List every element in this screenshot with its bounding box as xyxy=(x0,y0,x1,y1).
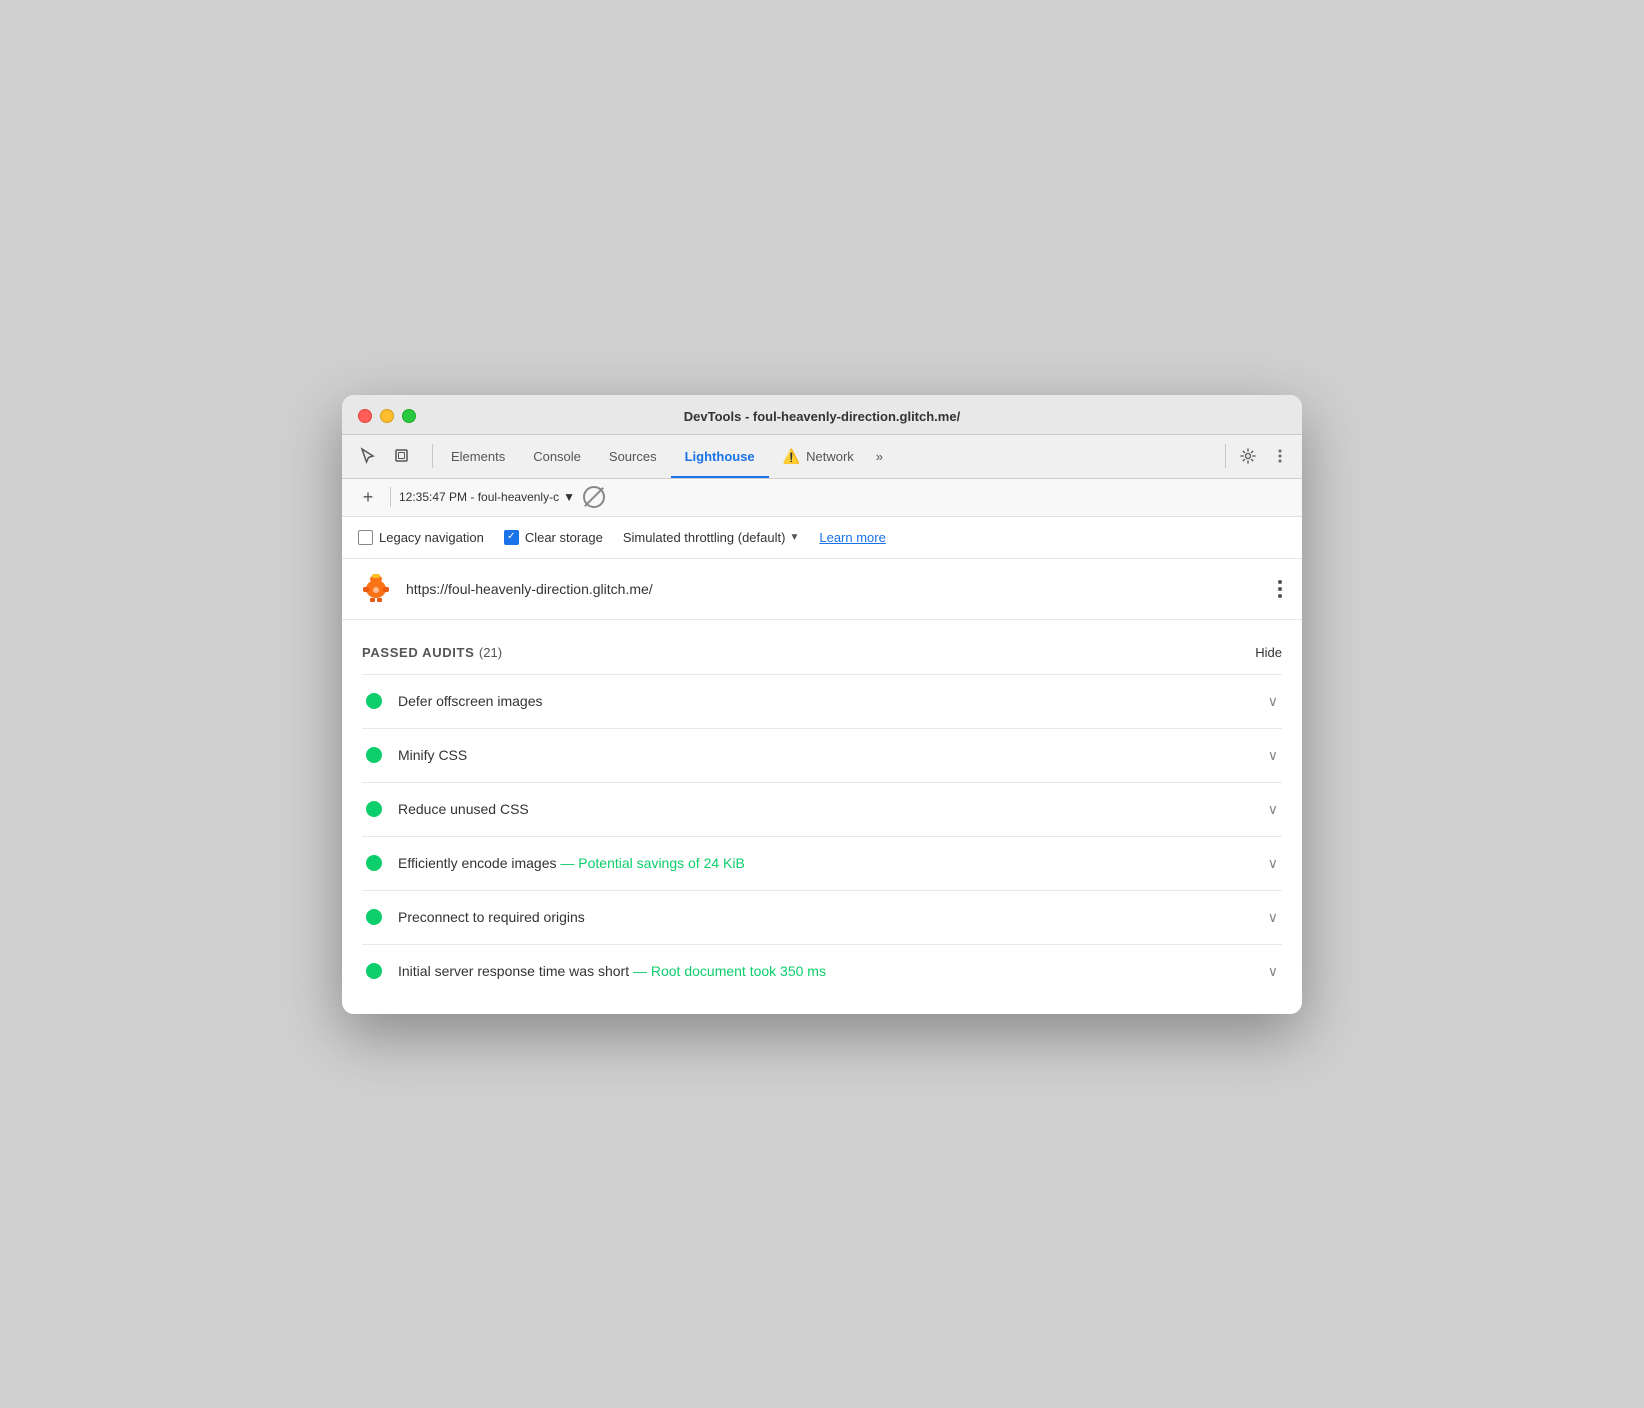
tab-divider-1 xyxy=(432,444,433,468)
audit-item[interactable]: Preconnect to required origins ∨ xyxy=(362,891,1282,945)
passed-audits-count: (21) xyxy=(479,645,502,660)
more-vert-icon[interactable] xyxy=(1266,442,1294,470)
audit-label: Preconnect to required origins xyxy=(398,909,1252,925)
toolbar-divider xyxy=(390,487,391,507)
audit-item[interactable]: Defer offscreen images ∨ xyxy=(362,675,1282,729)
audit-item[interactable]: Minify CSS ∨ xyxy=(362,729,1282,783)
pass-indicator-icon xyxy=(366,855,382,871)
legacy-navigation-option[interactable]: Legacy navigation xyxy=(358,530,484,545)
main-content: PASSED AUDITS (21) Hide Defer offscreen … xyxy=(342,620,1302,1014)
audit-savings: — Root document took 350 ms xyxy=(633,963,826,979)
tab-elements[interactable]: Elements xyxy=(437,434,519,478)
warning-icon: ⚠️ xyxy=(783,448,800,465)
devtools-window: DevTools - foul-heavenly-direction.glitc… xyxy=(342,395,1302,1014)
tab-network-with-warning: ⚠️ Network xyxy=(783,448,854,465)
maximize-button[interactable] xyxy=(402,409,416,423)
audit-label: Reduce unused CSS xyxy=(398,801,1252,817)
chevron-down-icon: ∨ xyxy=(1268,693,1278,710)
layers-icon[interactable] xyxy=(388,442,416,470)
tab-console[interactable]: Console xyxy=(519,434,595,478)
add-session-button[interactable]: + xyxy=(354,483,382,511)
chevron-down-icon: ∨ xyxy=(1268,909,1278,926)
audit-label: Minify CSS xyxy=(398,747,1252,763)
settings-icon[interactable] xyxy=(1234,442,1262,470)
chevron-down-icon: ∨ xyxy=(1268,801,1278,818)
close-button[interactable] xyxy=(358,409,372,423)
audit-savings: — Potential savings of 24 KiB xyxy=(560,855,744,871)
audit-label: Initial server response time was short —… xyxy=(398,963,1252,979)
cursor-icon[interactable] xyxy=(354,442,382,470)
tab-network[interactable]: ⚠️ Network xyxy=(769,434,868,478)
audit-item[interactable]: Efficiently encode images — Potential sa… xyxy=(362,837,1282,891)
block-requests-icon[interactable] xyxy=(583,486,605,508)
legacy-navigation-checkbox[interactable] xyxy=(358,530,373,545)
pass-indicator-icon xyxy=(366,693,382,709)
clear-storage-option[interactable]: Clear storage xyxy=(504,530,603,545)
pass-indicator-icon xyxy=(366,963,382,979)
pass-indicator-icon xyxy=(366,909,382,925)
audit-item[interactable]: Reduce unused CSS ∨ xyxy=(362,783,1282,837)
clear-storage-checkbox[interactable] xyxy=(504,530,519,545)
learn-more-link[interactable]: Learn more xyxy=(819,530,885,545)
tabs-more-button[interactable]: » xyxy=(868,449,891,464)
url-more-options-button[interactable] xyxy=(1274,576,1286,602)
tabsbar: Elements Console Sources Lighthouse ⚠️ N… xyxy=(342,435,1302,479)
tab-sources[interactable]: Sources xyxy=(595,434,671,478)
passed-audits-title-area: PASSED AUDITS (21) xyxy=(362,644,502,662)
hide-audits-button[interactable]: Hide xyxy=(1255,645,1282,660)
passed-audits-title: PASSED AUDITS xyxy=(362,645,474,660)
optionsbar: Legacy navigation Clear storage Simulate… xyxy=(342,517,1302,559)
throttling-selector[interactable]: Simulated throttling (default) ▼ xyxy=(623,530,800,545)
settings-icons xyxy=(1221,442,1294,470)
tab-divider-2 xyxy=(1225,444,1226,468)
session-dropdown-arrow[interactable]: ▼ xyxy=(563,490,575,504)
url-bar: https://foul-heavenly-direction.glitch.m… xyxy=(342,559,1302,620)
titlebar: DevTools - foul-heavenly-direction.glitc… xyxy=(342,395,1302,435)
pass-indicator-icon xyxy=(366,801,382,817)
chevron-down-icon: ∨ xyxy=(1268,855,1278,872)
session-selector[interactable]: 12:35:47 PM - foul-heavenly-c ▼ xyxy=(399,490,575,504)
page-url: https://foul-heavenly-direction.glitch.m… xyxy=(406,581,1262,597)
tab-lighthouse[interactable]: Lighthouse xyxy=(671,434,769,478)
throttling-dropdown-arrow: ▼ xyxy=(789,532,799,543)
minimize-button[interactable] xyxy=(380,409,394,423)
toolbar: + 12:35:47 PM - foul-heavenly-c ▼ xyxy=(342,479,1302,517)
audit-item[interactable]: Initial server response time was short —… xyxy=(362,945,1282,998)
pass-indicator-icon xyxy=(366,747,382,763)
devtools-toolbar-icons xyxy=(350,442,420,470)
audit-label: Defer offscreen images xyxy=(398,693,1252,709)
passed-audits-header: PASSED AUDITS (21) Hide xyxy=(362,636,1282,674)
lighthouse-logo-icon xyxy=(358,571,394,607)
chevron-down-icon: ∨ xyxy=(1268,747,1278,764)
audit-list: Defer offscreen images ∨ Minify CSS ∨ Re… xyxy=(362,674,1282,998)
window-title: DevTools - foul-heavenly-direction.glitc… xyxy=(684,409,960,424)
traffic-lights xyxy=(358,409,416,423)
audit-label: Efficiently encode images — Potential sa… xyxy=(398,855,1252,871)
chevron-down-icon: ∨ xyxy=(1268,963,1278,980)
